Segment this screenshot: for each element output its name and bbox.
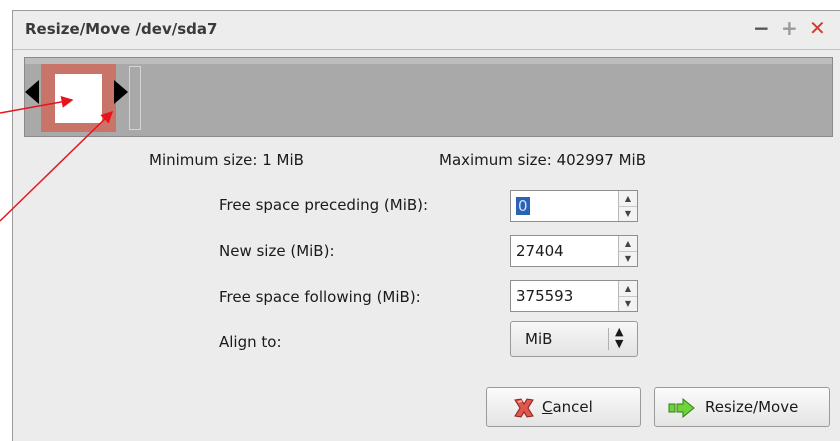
increment-icon[interactable]: ▲ (619, 191, 637, 206)
unallocated-marker (129, 66, 141, 130)
maximum-size-label: Maximum size: 402997 MiB (439, 151, 647, 169)
resize-move-dialog: Resize/Move /dev/sda7 − + ✕ Minimum size… (12, 10, 840, 441)
up-down-icon: ▲ ▼ (615, 325, 624, 350)
decrement-icon[interactable]: ▼ (619, 296, 637, 311)
new-size-label: New size (MiB): (219, 242, 335, 260)
cancel-icon (512, 397, 536, 423)
title-bar[interactable]: Resize/Move /dev/sda7 − + ✕ (13, 11, 840, 50)
cancel-rest: ancel (552, 398, 593, 416)
align-to-select[interactable]: MiB ▲ ▼ (510, 321, 638, 357)
new-size-spinner[interactable]: 27404 ▲ ▼ (510, 235, 638, 267)
partition-bar-highlight (25, 58, 832, 64)
cancel-button[interactable]: Cancel (486, 387, 641, 427)
increment-icon[interactable]: ▲ (619, 281, 637, 296)
new-size-input[interactable]: 27404 (516, 242, 564, 260)
resize-move-button[interactable]: Resize/Move (654, 387, 830, 427)
partition-block[interactable] (41, 64, 116, 132)
free-space-preceding-label: Free space preceding (MiB): (219, 196, 429, 214)
close-button[interactable]: ✕ (809, 17, 826, 39)
minimize-button[interactable]: − (753, 17, 770, 39)
cancel-mnemonic: C (542, 398, 553, 416)
resize-handle-right[interactable] (114, 80, 128, 104)
align-to-value: MiB (525, 330, 553, 348)
spinner-arrows[interactable]: ▲ ▼ (618, 191, 637, 221)
minimum-size-label: Minimum size: 1 MiB (149, 151, 304, 169)
free-space-preceding-spinner[interactable]: 0 ▲ ▼ (510, 190, 638, 222)
window-title: Resize/Move /dev/sda7 (25, 20, 218, 38)
free-space-following-spinner[interactable]: 375593 ▲ ▼ (510, 280, 638, 312)
decrement-icon[interactable]: ▼ (619, 206, 637, 221)
align-to-label: Align to: (219, 333, 282, 351)
combo-separator (608, 328, 609, 350)
partition-used-area (55, 74, 102, 123)
partition-resize-bar[interactable] (24, 57, 833, 137)
free-space-following-label: Free space following (MiB): (219, 288, 421, 306)
decrement-icon[interactable]: ▼ (619, 251, 637, 266)
increment-icon[interactable]: ▲ (619, 236, 637, 251)
resize-handle-left[interactable] (25, 80, 39, 104)
spinner-arrows[interactable]: ▲ ▼ (618, 236, 637, 266)
maximize-button[interactable]: + (781, 17, 798, 39)
spinner-arrows[interactable]: ▲ ▼ (618, 281, 637, 311)
resize-move-button-label: Resize/Move (705, 398, 799, 416)
cancel-button-label: Cancel (542, 398, 593, 416)
free-space-preceding-input[interactable]: 0 (516, 197, 530, 215)
free-space-following-input[interactable]: 375593 (516, 287, 573, 305)
apply-arrow-icon (668, 397, 696, 423)
